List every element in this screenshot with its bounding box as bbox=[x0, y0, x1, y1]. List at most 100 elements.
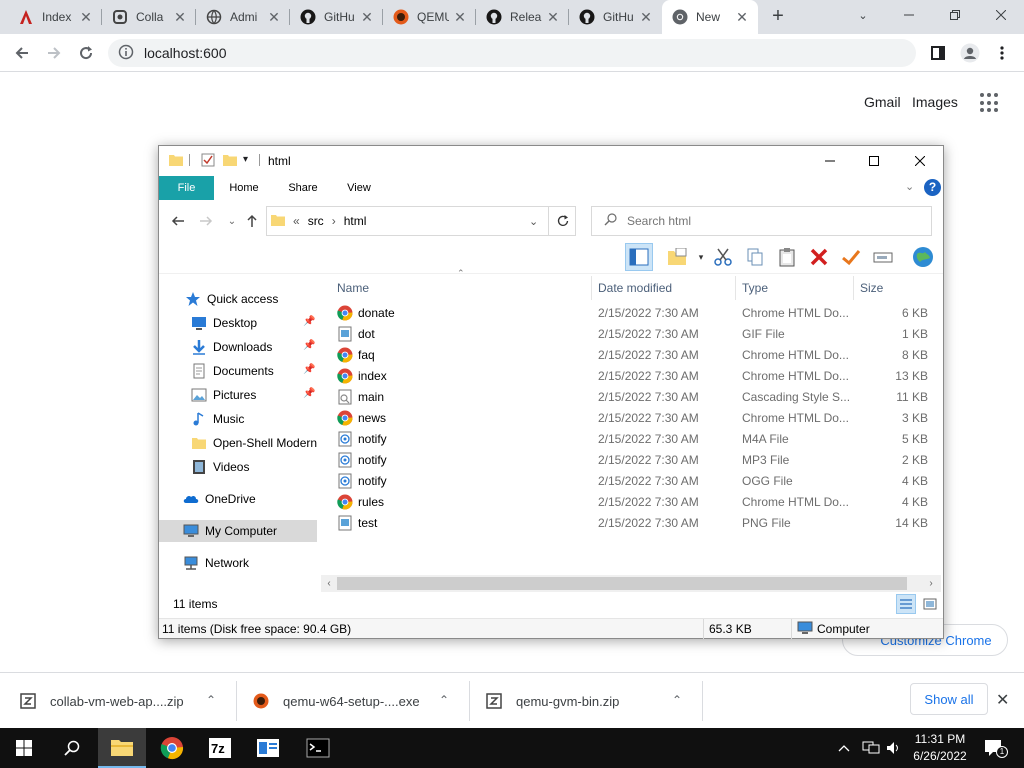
horizontal-scrollbar[interactable]: ‹ › bbox=[321, 575, 941, 592]
close-tab-icon[interactable]: ✕ bbox=[734, 9, 750, 25]
explorer-forward-icon[interactable] bbox=[197, 212, 215, 230]
column-header-date[interactable]: Date modified bbox=[592, 276, 736, 300]
close-tab-icon[interactable]: ✕ bbox=[545, 9, 561, 25]
volume-tray-icon[interactable] bbox=[886, 728, 902, 768]
nav-downloads[interactable]: Downloads 📌 bbox=[159, 336, 317, 358]
browser-tab-releases[interactable]: Relea ✕ bbox=[476, 0, 569, 34]
close-tab-icon[interactable]: ✕ bbox=[452, 9, 468, 25]
chevron-up-icon[interactable]: ⌃ bbox=[439, 693, 449, 707]
nav-pictures[interactable]: Pictures 📌 bbox=[159, 384, 317, 406]
file-row[interactable]: faq 2/15/2022 7:30 AM Chrome HTML Do... 8 K… bbox=[331, 345, 933, 366]
chevron-up-icon[interactable]: ⌃ bbox=[206, 693, 216, 707]
breadcrumb-src[interactable]: src bbox=[308, 214, 324, 228]
close-tab-icon[interactable]: ✕ bbox=[638, 9, 654, 25]
close-tab-icon[interactable]: ✕ bbox=[78, 9, 94, 25]
properties-checkmark-icon[interactable] bbox=[837, 243, 865, 271]
explorer-back-icon[interactable] bbox=[169, 212, 187, 230]
forward-arrow-icon[interactable] bbox=[42, 41, 66, 65]
file-row[interactable]: notify 2/15/2022 7:30 AM MP3 File 2 KB bbox=[331, 450, 933, 471]
large-icons-view-icon[interactable] bbox=[920, 594, 940, 614]
kebab-menu-icon[interactable] bbox=[990, 41, 1014, 65]
column-header-type[interactable]: Type bbox=[736, 276, 854, 300]
refresh-icon[interactable] bbox=[548, 206, 576, 236]
cut-scissors-icon[interactable] bbox=[709, 243, 737, 271]
file-row[interactable]: notify 2/15/2022 7:30 AM M4A File 5 KB bbox=[331, 429, 933, 450]
nav-documents[interactable]: Documents 📌 bbox=[159, 360, 317, 382]
address-history-chevron-icon[interactable]: ⌄ bbox=[529, 215, 538, 228]
qat-dropdown-icon[interactable]: ▾ bbox=[243, 154, 257, 168]
paste-clipboard-icon[interactable] bbox=[773, 243, 801, 271]
pin-icon[interactable]: 📌 bbox=[303, 340, 315, 351]
new-folder-icon[interactable] bbox=[223, 153, 237, 167]
info-icon[interactable] bbox=[118, 44, 134, 63]
download-item[interactable]: collab-vm-web-ap....zip ⌃ bbox=[20, 681, 236, 721]
restore-button[interactable] bbox=[932, 0, 978, 30]
scroll-right-icon[interactable]: › bbox=[923, 576, 939, 591]
help-icon[interactable]: ? bbox=[924, 179, 941, 196]
gmail-link[interactable]: Gmail bbox=[864, 94, 901, 110]
command-prompt-taskbar-button[interactable] bbox=[294, 728, 342, 768]
tab-search-chevron-icon[interactable]: ⌄ bbox=[840, 0, 886, 30]
profile-avatar-icon[interactable] bbox=[958, 41, 982, 65]
copy-icon[interactable] bbox=[741, 243, 769, 271]
explorer-search-box[interactable] bbox=[591, 206, 932, 236]
browser-tab-index[interactable]: Index ✕ bbox=[8, 0, 102, 34]
google-apps-grid-icon[interactable] bbox=[980, 93, 1000, 113]
address-bar[interactable]: « src › html ⌄ bbox=[266, 206, 576, 236]
nav-quick-access[interactable]: Quick access bbox=[159, 288, 317, 310]
tab-file[interactable]: File bbox=[159, 176, 214, 200]
side-panel-icon[interactable] bbox=[926, 41, 950, 65]
chrome-taskbar-button[interactable] bbox=[148, 728, 196, 768]
close-window-button[interactable] bbox=[978, 0, 1024, 30]
tab-view[interactable]: View bbox=[337, 176, 381, 200]
file-row[interactable]: news 2/15/2022 7:30 AM Chrome HTML Do... 3 … bbox=[331, 408, 933, 429]
preview-pane-toggle-icon[interactable] bbox=[625, 243, 653, 271]
show-all-downloads-button[interactable]: Show all bbox=[910, 683, 988, 715]
recent-locations-chevron-icon[interactable]: ⌄ bbox=[223, 212, 241, 230]
file-row[interactable]: notify 2/15/2022 7:30 AM OGG File 4 KB bbox=[331, 471, 933, 492]
breadcrumb-html[interactable]: html bbox=[344, 214, 367, 228]
browser-tab-new-tab[interactable]: New ✕ bbox=[662, 0, 758, 34]
nav-open-shell-modern[interactable]: Open-Shell Modern bbox=[159, 432, 317, 454]
close-tab-icon[interactable]: ✕ bbox=[172, 9, 188, 25]
browser-tab-github-1[interactable]: GitHu ✕ bbox=[290, 0, 383, 34]
pin-icon[interactable]: 📌 bbox=[303, 316, 315, 327]
pin-icon[interactable]: 📌 bbox=[303, 364, 315, 375]
7zip-taskbar-button[interactable]: 7z bbox=[196, 728, 244, 768]
up-arrow-icon[interactable] bbox=[243, 212, 261, 230]
file-row[interactable]: dot 2/15/2022 7:30 AM GIF File 1 KB bbox=[331, 324, 933, 345]
tab-home[interactable]: Home bbox=[221, 176, 267, 200]
close-tab-icon[interactable]: ✕ bbox=[359, 9, 375, 25]
explorer-close-button[interactable] bbox=[897, 146, 943, 176]
column-header-size[interactable]: Size bbox=[854, 276, 934, 300]
details-view-icon[interactable] bbox=[896, 594, 916, 614]
file-row[interactable]: main 2/15/2022 7:30 AM Cascading Style S..… bbox=[331, 387, 933, 408]
images-link[interactable]: Images bbox=[912, 94, 958, 110]
file-explorer-taskbar-button[interactable] bbox=[98, 728, 146, 768]
chevron-up-icon[interactable]: ⌃ bbox=[672, 693, 682, 707]
browser-tab-collab[interactable]: Colla ✕ bbox=[102, 0, 196, 34]
action-center-icon[interactable]: 1 bbox=[984, 728, 1008, 768]
start-button[interactable] bbox=[0, 728, 48, 768]
properties-check-icon[interactable] bbox=[201, 153, 215, 167]
file-row[interactable]: donate 2/15/2022 7:30 AM Chrome HTML Do...… bbox=[331, 303, 933, 324]
nav-desktop[interactable]: Desktop 📌 bbox=[159, 312, 317, 334]
minimize-button[interactable] bbox=[886, 0, 932, 30]
network-tray-icon[interactable] bbox=[862, 728, 880, 768]
browser-tab-qemu[interactable]: QEMU ✕ bbox=[383, 0, 476, 34]
browser-tab-github-2[interactable]: GitHu ✕ bbox=[569, 0, 662, 34]
download-item[interactable]: qemu-gvm-bin.zip ⌃ bbox=[486, 681, 702, 721]
tab-share[interactable]: Share bbox=[279, 176, 327, 200]
nav-music[interactable]: Music bbox=[159, 408, 317, 430]
scrollbar-thumb[interactable] bbox=[337, 577, 907, 590]
system-clock[interactable]: 11:31 PM 6/26/2022 bbox=[905, 731, 975, 765]
expand-ribbon-chevron-icon[interactable]: ⌄ bbox=[905, 180, 914, 193]
file-row[interactable]: rules 2/15/2022 7:30 AM Chrome HTML Do... 4… bbox=[331, 492, 933, 513]
control-panel-taskbar-button[interactable] bbox=[244, 728, 292, 768]
column-header-name[interactable]: Name bbox=[331, 276, 592, 300]
rename-icon[interactable] bbox=[869, 243, 897, 271]
explorer-minimize-button[interactable] bbox=[807, 146, 853, 176]
show-hidden-icons-chevron-icon[interactable] bbox=[838, 728, 850, 768]
breadcrumb-separator-icon[interactable]: › bbox=[332, 214, 336, 228]
search-input[interactable] bbox=[627, 214, 907, 228]
